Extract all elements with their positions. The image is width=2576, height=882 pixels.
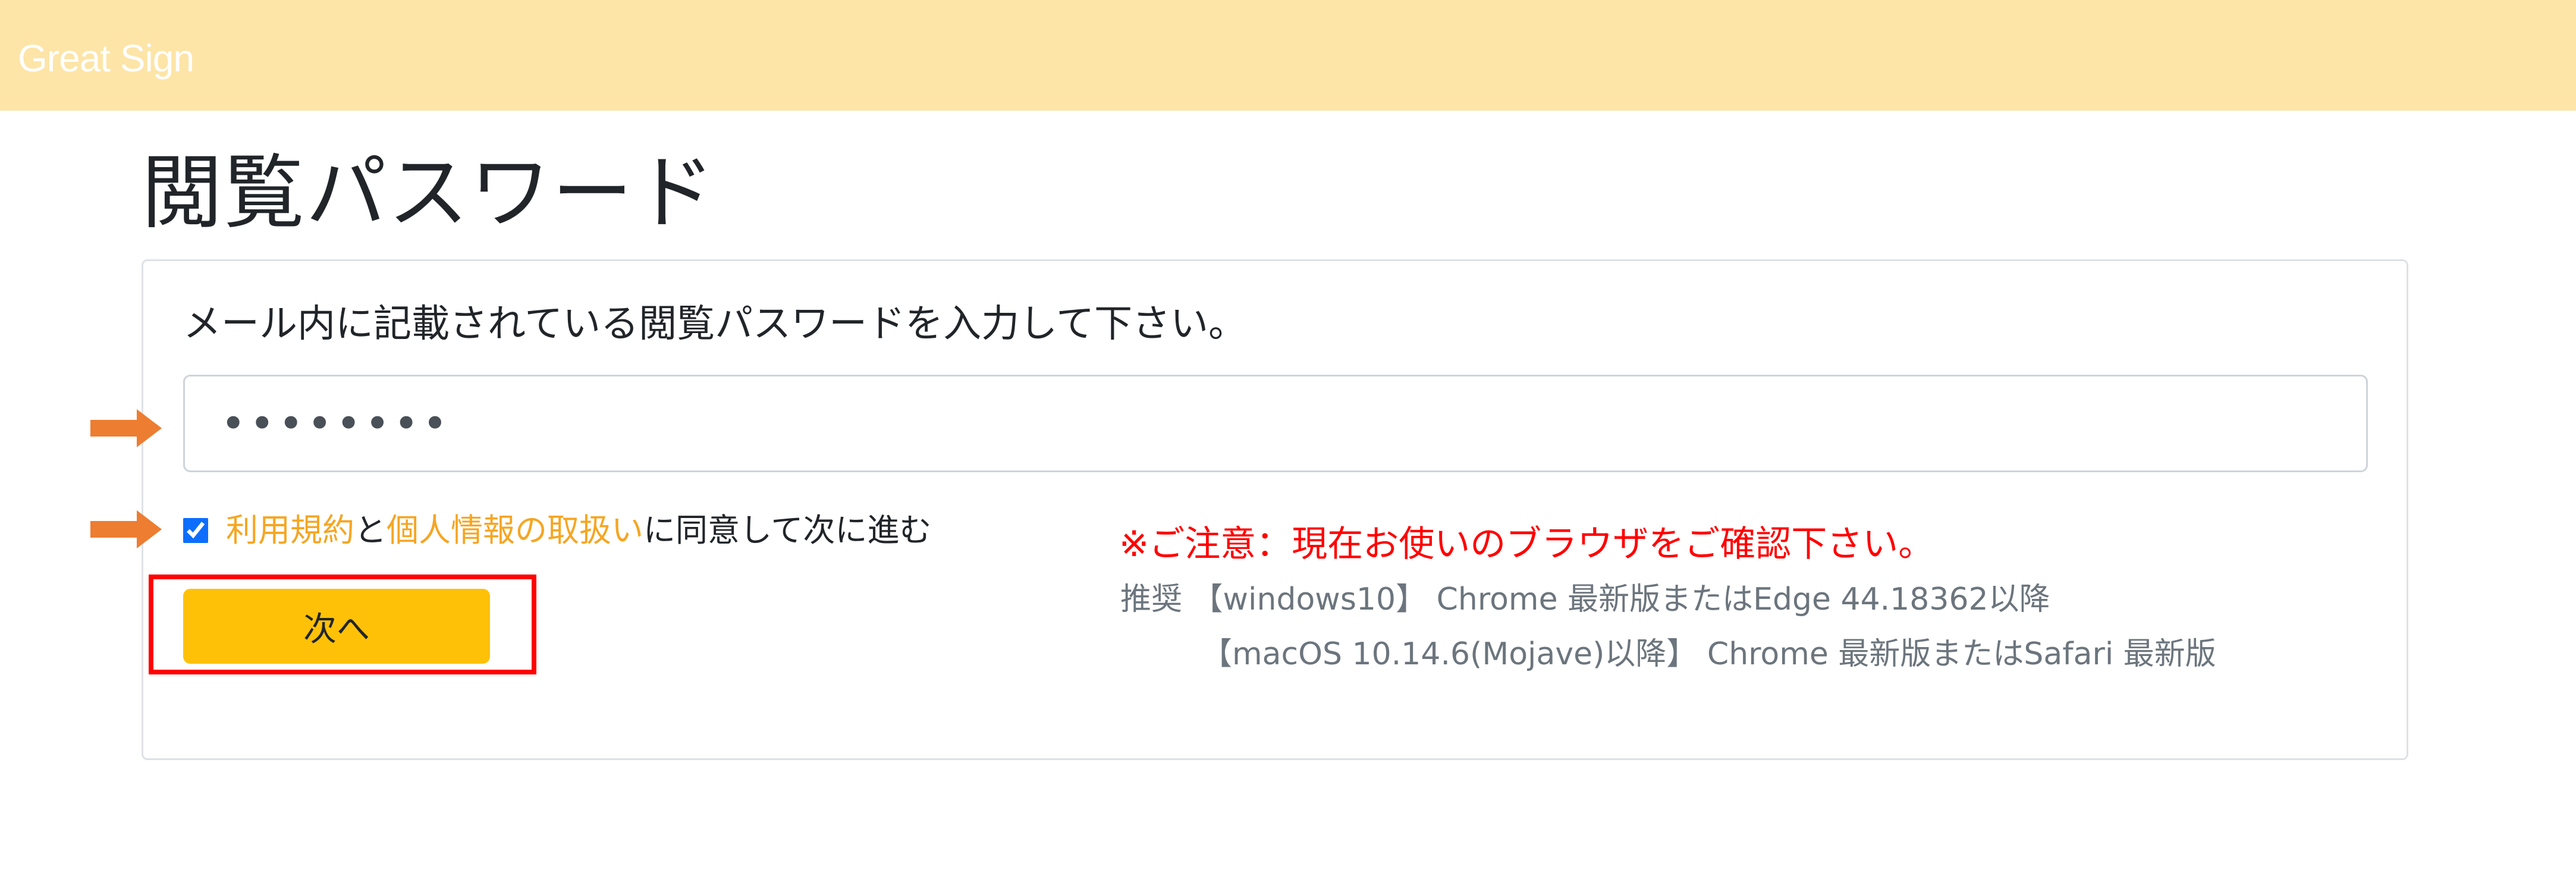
agree-checkbox[interactable]: [183, 518, 208, 543]
browser-notice-windows: 推奨 【windows10】 Chrome 最新版またはEdge 44.1836…: [1120, 582, 2050, 617]
terms-link[interactable]: 利用規約: [226, 507, 354, 554]
privacy-link[interactable]: 個人情報の取扱い: [387, 507, 643, 554]
next-button[interactable]: 次へ: [183, 589, 490, 664]
browser-notice-macos: 【macOS 10.14.6(Mojave)以降】 Chrome 最新版またはS…: [1201, 636, 2216, 672]
agree-row: 利用規約 と 個人情報の取扱い に同意して次に進む: [183, 507, 931, 554]
browser-notice-title: ※ご注意：現在お使いのブラウザをご確認下さい。: [1119, 523, 1934, 565]
page-title: 閲覧パスワード: [142, 146, 716, 240]
header-bar: Great Sign: [0, 0, 2576, 111]
password-instruction: メール内に記載されている閲覧パスワードを入力して下さい。: [183, 302, 1247, 346]
arrow-right-icon: [90, 409, 162, 447]
password-input[interactable]: [183, 375, 2368, 472]
arrow-right-icon: [90, 510, 162, 548]
agree-suffix: に同意して次に進む: [643, 511, 932, 549]
great-sign-logo[interactable]: Great Sign: [18, 34, 194, 82]
agree-connector: と: [354, 511, 387, 549]
